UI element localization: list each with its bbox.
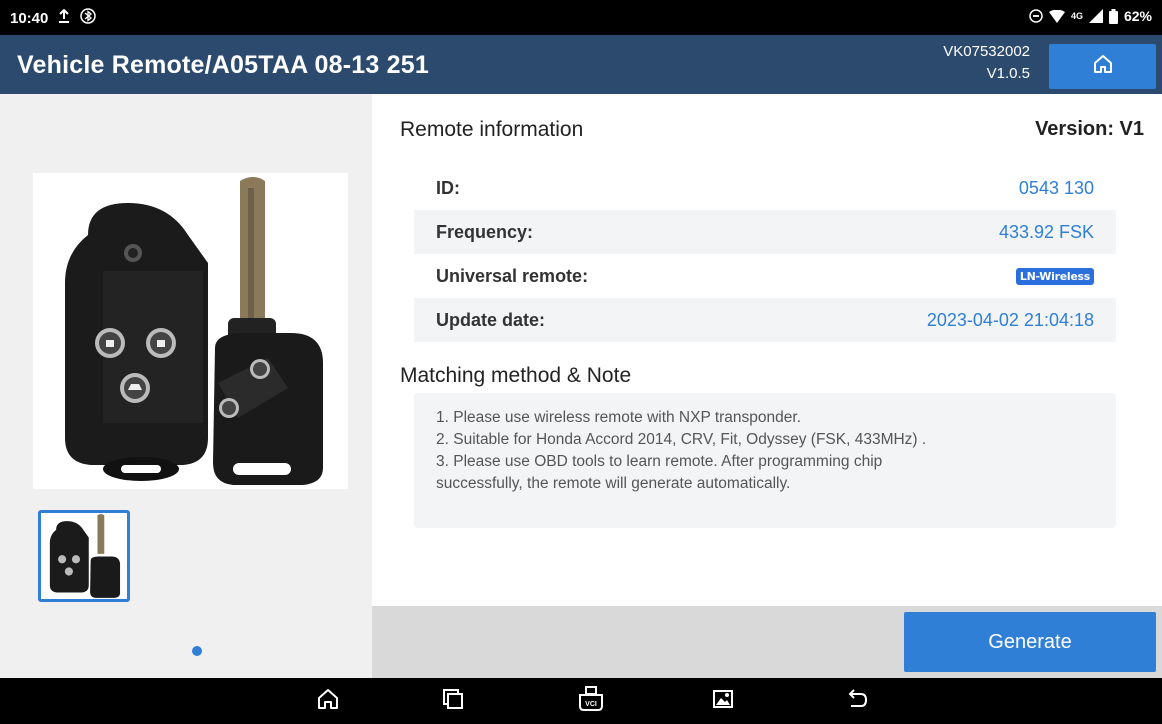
device-id: VK07532002 [943, 43, 1030, 60]
app-bar: Vehicle Remote/A05TAA 08-13 251 VK075320… [0, 35, 1162, 94]
signal-icon [1088, 9, 1103, 23]
page-title: Vehicle Remote/A05TAA 08-13 251 [17, 51, 429, 79]
status-left: 10:40 [10, 8, 97, 28]
info-value: 2023-04-02 21:04:18 [926, 309, 1094, 330]
note-line: 3. Please use OBD tools to learn remote.… [436, 453, 883, 470]
dnd-icon [1029, 9, 1043, 23]
battery-icon [1108, 8, 1118, 24]
action-bar: Generate [372, 606, 1162, 678]
thumbnail-selected[interactable] [38, 510, 130, 602]
generate-button[interactable]: Generate [904, 612, 1156, 672]
universal-remote-badge: LN-Wireless [1015, 267, 1094, 285]
nav-home-button[interactable] [314, 687, 342, 715]
image-gallery [0, 94, 372, 678]
recents-icon [442, 688, 464, 715]
thumbnail-image [49, 514, 121, 598]
remote-info-panel: Remote information Version: V1 ID: 0543 … [372, 94, 1162, 606]
note-line: 2. Suitable for Honda Accord 2014, CRV, … [436, 431, 927, 448]
home-button[interactable] [1049, 44, 1156, 89]
note-title: Matching method & Note [400, 364, 632, 387]
network-type: 4G [1070, 11, 1083, 21]
info-label: Update date: [436, 309, 546, 330]
info-label: ID: [436, 177, 460, 198]
battery-level: 62% [1123, 8, 1152, 24]
note-box: 1. Please use wireless remote with NXP t… [414, 393, 1116, 528]
status-bar: 10:40 4G 62% [0, 0, 1162, 35]
info-value: 0543 130 [1018, 177, 1094, 198]
info-row-id: ID: 0543 130 [414, 166, 1116, 210]
info-row-frequency: Frequency: 433.92 FSK [414, 210, 1116, 254]
navigation-bar: VCI [0, 678, 1162, 724]
wifi-icon [1048, 9, 1065, 23]
status-time: 10:40 [10, 9, 49, 27]
upload-icon [58, 8, 70, 28]
app-version: V1.0.5 [986, 65, 1030, 82]
home-icon [1092, 53, 1114, 80]
page-indicator-dot [192, 646, 202, 656]
remote-info-title: Remote information [400, 118, 584, 141]
vci-label: VCI [585, 701, 597, 708]
nav-recents-button[interactable] [439, 687, 467, 715]
nav-screenshot-button[interactable] [709, 687, 737, 715]
info-row-update-date: Update date: 2023-04-02 21:04:18 [414, 298, 1116, 342]
remote-image [33, 173, 348, 489]
info-label: Universal remote: [436, 265, 589, 286]
home-icon [316, 687, 340, 716]
note-line: successfully, the remote will generate a… [436, 475, 791, 492]
remote-version: Version: V1 [1035, 118, 1144, 140]
device-info: VK07532002 V1.0.5 [943, 41, 1030, 85]
bluetooth-icon [80, 8, 97, 28]
back-icon [845, 688, 869, 715]
info-value: 433.92 FSK [998, 221, 1094, 242]
info-row-universal-remote: Universal remote: LN-Wireless [414, 254, 1116, 298]
screenshot-icon [712, 688, 734, 715]
nav-vci-button[interactable]: VCI [577, 685, 605, 717]
note-line: 1. Please use wireless remote with NXP t… [436, 409, 802, 426]
status-right: 4G 62% [1029, 8, 1152, 24]
nav-back-button[interactable] [843, 687, 871, 715]
remote-illustration [65, 177, 323, 485]
vci-icon: VCI [577, 685, 605, 717]
info-label: Frequency: [436, 221, 534, 242]
